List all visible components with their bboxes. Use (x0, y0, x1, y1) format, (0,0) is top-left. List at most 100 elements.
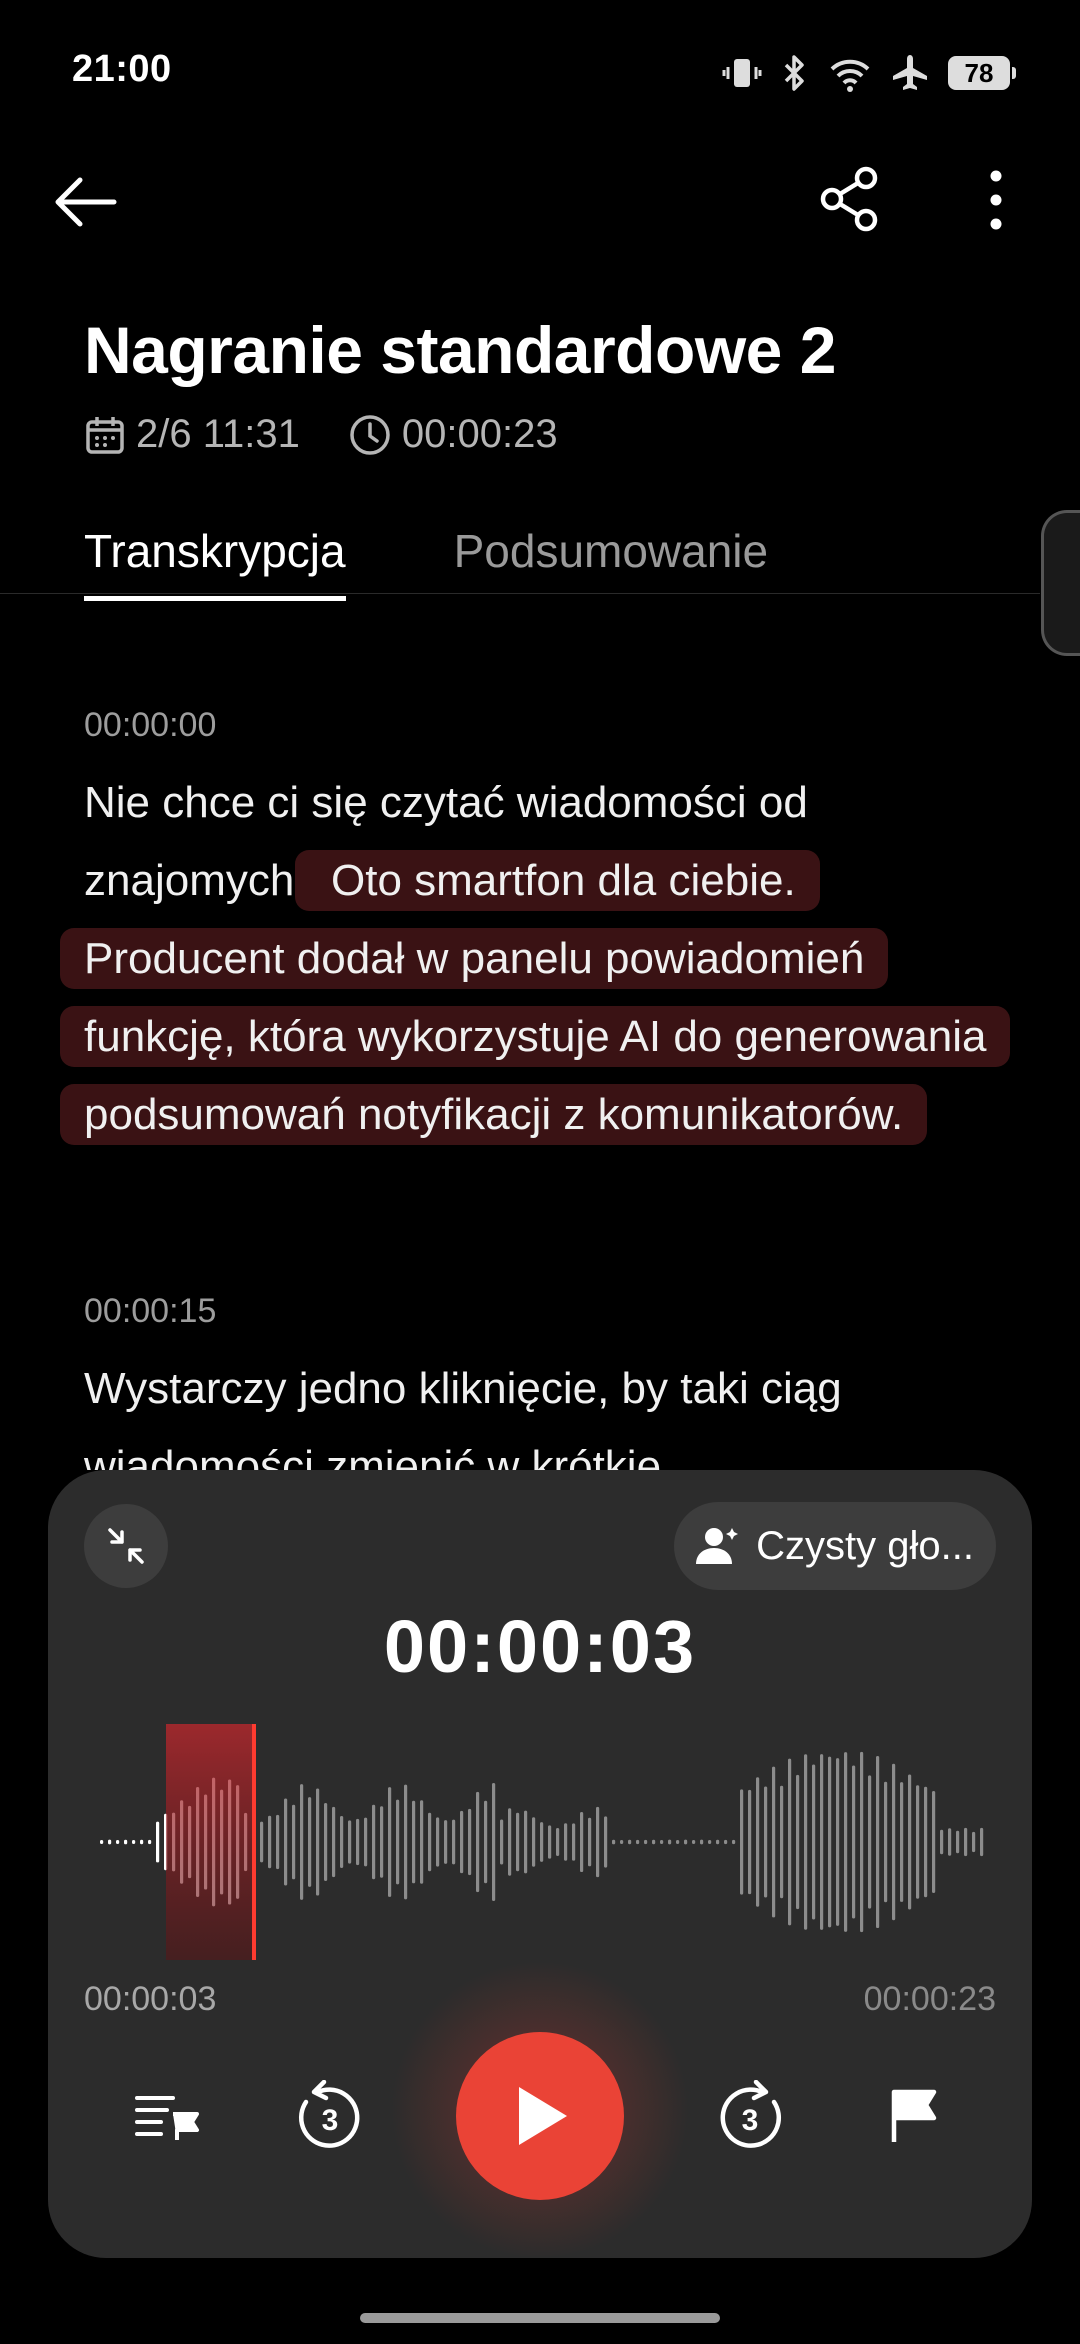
flag-list-icon (135, 2096, 199, 2140)
waveform-bar (764, 1786, 768, 1898)
waveform-bar (724, 1839, 728, 1845)
current-time-display: 00:00:03 (383, 1605, 697, 1688)
waveform-bar (684, 1839, 688, 1845)
waveform-bar (284, 1798, 288, 1886)
waveform-bar (580, 1811, 584, 1873)
waveform-bar (452, 1819, 456, 1865)
waveform-bar (804, 1754, 808, 1930)
waveform-bar (732, 1839, 736, 1845)
minimize-player-button[interactable] (84, 1504, 168, 1588)
airplane-icon (893, 55, 927, 90)
transcript-timestamp: 00:00:15 (84, 1292, 217, 1330)
play-button[interactable] (456, 2032, 624, 2200)
waveform-bar (300, 1784, 304, 1900)
bookmark-list-button[interactable] (126, 2074, 210, 2158)
waveform-bar (124, 1839, 128, 1845)
flag-icon (891, 2089, 937, 2142)
back-button[interactable] (50, 172, 120, 237)
vibrate-icon (722, 59, 762, 87)
waveform-bar (756, 1777, 760, 1907)
waveform-bar (868, 1775, 872, 1909)
waveform-bar (308, 1797, 312, 1887)
waveform-bar (348, 1820, 352, 1864)
waveform-bar (692, 1840, 696, 1844)
waveform-bar (660, 1840, 664, 1844)
status-time: 21:00 (72, 48, 172, 90)
share-button[interactable] (818, 166, 884, 237)
waveform-bar (956, 1830, 960, 1854)
waveform-bar (132, 1839, 136, 1845)
share-icon (820, 166, 878, 232)
waveform-bar (564, 1823, 568, 1861)
waveform-bar (908, 1774, 912, 1910)
waveform-bar (508, 1808, 512, 1876)
waveform-bar (892, 1763, 896, 1921)
wifi-icon (830, 59, 870, 92)
clear-voice-button[interactable]: Czysty gło... (674, 1502, 996, 1590)
waveform-bar (516, 1812, 520, 1872)
waveform-bar (380, 1806, 384, 1878)
waveform-bar (524, 1810, 528, 1874)
date-meta: 2/6 11:31 (84, 412, 300, 457)
bluetooth-icon (784, 55, 804, 91)
waveform-bar (836, 1758, 840, 1926)
waveform-bar (700, 1839, 704, 1845)
rewind-seconds-label: 3 (322, 2104, 339, 2137)
waveform-bar (644, 1839, 648, 1845)
waveform-bar (940, 1829, 944, 1855)
waveform-bar (860, 1751, 864, 1933)
waveform-bar (740, 1789, 744, 1895)
rewind-3s-button[interactable]: 3 (288, 2074, 372, 2158)
waveform-bar (652, 1839, 656, 1845)
waveform-bar (708, 1840, 712, 1844)
waveform-bar (364, 1817, 368, 1867)
waveform-bar (716, 1839, 720, 1845)
waveform-bar (420, 1800, 424, 1884)
waveform-bar (556, 1828, 560, 1856)
side-panel-handle[interactable] (1041, 510, 1080, 656)
forward-seconds-label: 3 (742, 2104, 759, 2137)
waveform-bar (148, 1839, 152, 1845)
transcript-paragraph[interactable]: Wystarczy jedno kliknięcie, by taki ciąg… (84, 1350, 1004, 1470)
waveform-bar (532, 1817, 536, 1867)
tab-summary[interactable]: Podsumowanie (454, 524, 769, 601)
clock-icon (350, 414, 390, 455)
waveform-bar (548, 1825, 552, 1859)
waveform-bar (668, 1839, 672, 1845)
waveform-bar (468, 1808, 472, 1876)
recording-duration: 00:00:23 (401, 412, 558, 456)
transcript-timestamp: 00:00:00 (84, 706, 217, 744)
waveform-bar (796, 1774, 800, 1910)
waveform-bar (772, 1766, 776, 1918)
tab-bar: Transkrypcja Podsumowanie (84, 524, 768, 601)
rewind-icon: 3 (298, 2080, 360, 2148)
forward-3s-button[interactable]: 3 (708, 2074, 792, 2158)
waveform-bar (780, 1785, 784, 1899)
transcript-paragraph[interactable]: Nie chce ci się czytać wiadomości od zna… (60, 764, 1011, 1154)
waveform-bar (356, 1818, 360, 1866)
waveform-bar (828, 1756, 832, 1928)
more-options-button[interactable] (978, 168, 1014, 237)
waveform-bar (404, 1784, 408, 1900)
waveform-bar (540, 1822, 544, 1862)
waveform-bar (260, 1821, 264, 1863)
waveform-bar (924, 1786, 928, 1898)
waveform-bar (268, 1815, 272, 1869)
waveform-bar (588, 1817, 592, 1867)
waveform-bar (628, 1839, 632, 1845)
total-time: 00:00:23 (863, 1980, 996, 2018)
tab-transcription[interactable]: Transkrypcja (84, 524, 346, 601)
waveform-bar (484, 1800, 488, 1884)
waveform-bar (972, 1831, 976, 1853)
arrow-left-icon (55, 177, 117, 227)
waveform-bar (412, 1800, 416, 1884)
waveform-bar (876, 1755, 880, 1929)
add-bookmark-button[interactable] (872, 2074, 956, 2158)
waveform-bar (964, 1827, 968, 1857)
waveform-bar (140, 1839, 144, 1845)
waveform-bar (844, 1752, 848, 1932)
clear-voice-label: Czysty gło... (756, 1523, 974, 1568)
waveform-bar (500, 1819, 504, 1865)
voice-person-icon (696, 1528, 739, 1564)
waveform[interactable] (96, 1724, 984, 1960)
